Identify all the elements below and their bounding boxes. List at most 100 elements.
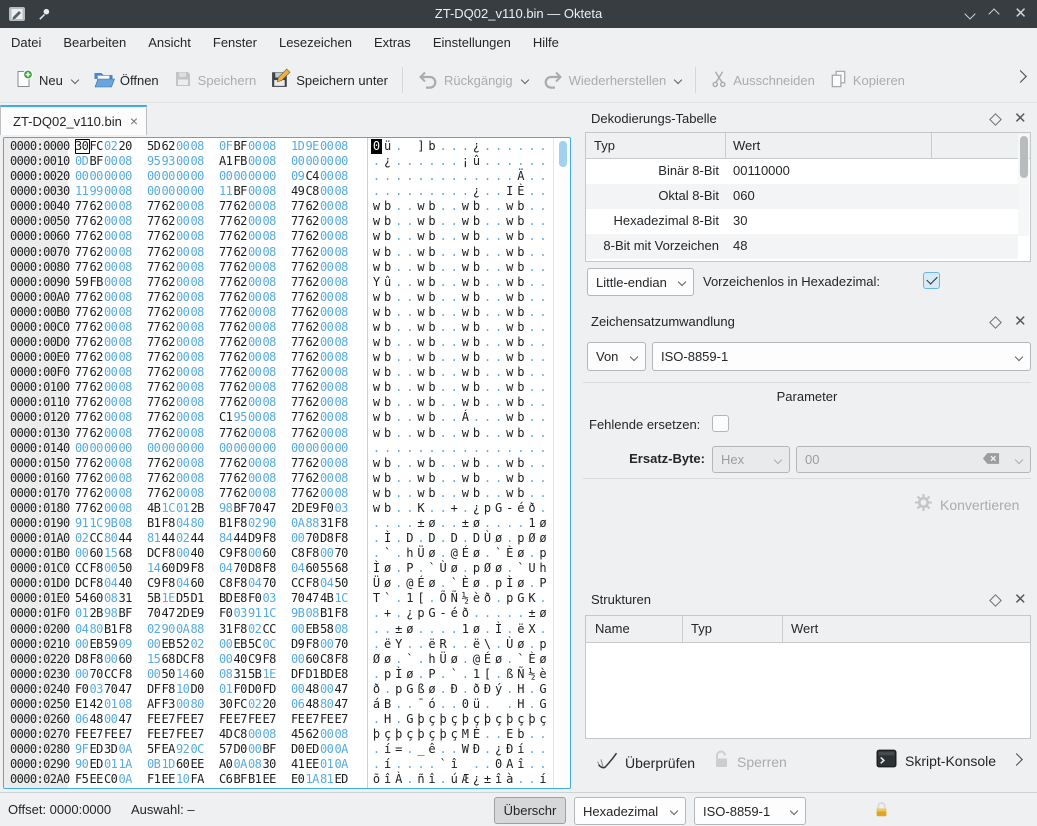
char-cell[interactable]: X: [526, 622, 537, 637]
char-cell[interactable]: b: [382, 501, 393, 516]
hex-byte[interactable]: 00: [75, 546, 90, 561]
hex-byte[interactable]: 62: [162, 365, 177, 380]
hex-byte[interactable]: 62: [234, 305, 249, 320]
char-cell[interactable]: .: [393, 199, 404, 214]
hex-byte[interactable]: 62: [306, 260, 321, 275]
hex-byte[interactable]: 15: [104, 546, 119, 561]
hex-byte[interactable]: 80: [90, 622, 105, 637]
char-cell[interactable]: w: [415, 410, 426, 425]
char-cell[interactable]: .: [515, 139, 526, 154]
hex-row[interactable]: 0000:012077w62b00.08.77w62b00.08.C1Á95.0…: [4, 410, 571, 425]
char-cell[interactable]: û: [471, 154, 482, 169]
char-cell[interactable]: Ñ: [449, 591, 460, 606]
hex-byte[interactable]: 08: [119, 214, 134, 229]
hex-byte[interactable]: 62: [306, 335, 321, 350]
char-cell[interactable]: w: [504, 350, 515, 365]
char-cell[interactable]: M: [460, 727, 471, 742]
char-cell[interactable]: w: [415, 245, 426, 260]
char-cell[interactable]: ½: [460, 591, 471, 606]
hex-byte[interactable]: EB: [90, 637, 105, 652]
char-cell[interactable]: .: [438, 426, 449, 441]
char-cell[interactable]: .: [393, 245, 404, 260]
hex-row[interactable]: 0000:006077w62b00.08.77w62b00.08.77w62b0…: [4, 229, 571, 244]
char-cell[interactable]: .: [526, 290, 537, 305]
char-cell[interactable]: w: [460, 229, 471, 244]
hex-byte[interactable]: 77: [291, 456, 306, 471]
hex-byte[interactable]: 00: [176, 154, 191, 169]
char-cell[interactable]: .: [482, 290, 493, 305]
char-cell[interactable]: .: [404, 169, 415, 184]
hex-byte[interactable]: 04: [75, 622, 90, 637]
char-cell[interactable]: w: [371, 335, 382, 350]
hex-byte[interactable]: FE: [75, 727, 90, 742]
hex-byte[interactable]: 62: [234, 290, 249, 305]
lock-icon[interactable]: [874, 799, 889, 823]
char-cell[interactable]: .: [526, 426, 537, 441]
hex-byte[interactable]: 08: [191, 456, 206, 471]
char-cell[interactable]: .: [538, 350, 549, 365]
hex-byte[interactable]: 08: [263, 245, 278, 260]
hex-byte[interactable]: 62: [90, 486, 105, 501]
char-cell[interactable]: ø: [427, 516, 438, 531]
hex-byte[interactable]: D1: [191, 591, 206, 606]
hex-byte[interactable]: 09: [291, 169, 306, 184]
hex-byte[interactable]: 70: [248, 501, 263, 516]
char-cell[interactable]: .: [526, 576, 537, 591]
hex-byte[interactable]: 5C: [248, 637, 263, 652]
hex-byte[interactable]: 08: [263, 199, 278, 214]
hex-row[interactable]: 0000:00100D.BF¿00.08.95.93.00.08.A1¡FBû0…: [4, 154, 571, 169]
hex-byte[interactable]: 62: [234, 380, 249, 395]
hex-byte[interactable]: 01: [104, 757, 119, 772]
char-cell[interactable]: .: [526, 260, 537, 275]
char-cell[interactable]: .: [526, 320, 537, 335]
char-cell[interactable]: w: [460, 365, 471, 380]
hex-byte[interactable]: 08: [119, 697, 134, 712]
hex-byte[interactable]: 00: [291, 622, 306, 637]
char-cell[interactable]: .: [504, 139, 515, 154]
char-cell[interactable]: w: [504, 275, 515, 290]
char-cell[interactable]: Ü: [415, 546, 426, 561]
char-cell[interactable]: p: [504, 591, 515, 606]
char-cell[interactable]: b: [471, 471, 482, 486]
hex-byte[interactable]: 08: [119, 290, 134, 305]
hex-byte[interactable]: 04: [248, 576, 263, 591]
hex-byte[interactable]: 77: [291, 275, 306, 290]
hex-byte[interactable]: 08: [335, 290, 350, 305]
hex-byte[interactable]: 09: [119, 637, 134, 652]
hex-row[interactable]: 0000:01C0CCÌF8ø00.50P14.60`D9ÙF8ø04.70pD…: [4, 561, 571, 576]
char-cell[interactable]: .: [427, 501, 438, 516]
minimize-button[interactable]: [965, 8, 976, 19]
char-cell[interactable]: ê: [427, 742, 438, 757]
char-cell[interactable]: .: [404, 516, 415, 531]
char-cell[interactable]: w: [504, 260, 515, 275]
hex-byte[interactable]: BF: [263, 742, 278, 757]
char-cell[interactable]: .: [393, 516, 404, 531]
char-cell[interactable]: .: [493, 380, 504, 395]
hex-byte[interactable]: 60: [90, 546, 105, 561]
char-cell[interactable]: .: [438, 486, 449, 501]
char-cell[interactable]: ç: [493, 712, 504, 727]
hex-byte[interactable]: 00: [219, 652, 234, 667]
char-cell[interactable]: Á: [460, 410, 471, 425]
char-cell[interactable]: ±: [415, 516, 426, 531]
hex-byte[interactable]: 02: [75, 531, 90, 546]
editor-vertical-scrollbar[interactable]: [558, 140, 568, 786]
char-cell[interactable]: à: [504, 772, 515, 787]
char-cell[interactable]: w: [371, 350, 382, 365]
hex-row[interactable]: 0000:005077w62b00.08.77w62b00.08.77w62b0…: [4, 214, 571, 229]
hex-byte[interactable]: 1D: [291, 139, 306, 154]
char-cell[interactable]: ±: [482, 772, 493, 787]
char-cell[interactable]: .: [438, 350, 449, 365]
hex-row[interactable]: 0000:015077w62b00.08.77w62b00.08.77w62b0…: [4, 456, 571, 471]
hex-byte[interactable]: 77: [147, 305, 162, 320]
char-cell[interactable]: .: [449, 742, 460, 757]
char-cell[interactable]: w: [415, 290, 426, 305]
hex-byte[interactable]: 00: [176, 441, 191, 456]
hex-byte[interactable]: 00: [248, 305, 263, 320]
char-cell[interactable]: .: [515, 441, 526, 456]
float-panel-icon[interactable]: [989, 594, 1002, 607]
substitute-missing-checkbox[interactable]: [712, 415, 729, 432]
hex-byte[interactable]: 77: [219, 471, 234, 486]
hex-byte[interactable]: 00: [248, 727, 263, 742]
char-cell[interactable]: b: [427, 260, 438, 275]
